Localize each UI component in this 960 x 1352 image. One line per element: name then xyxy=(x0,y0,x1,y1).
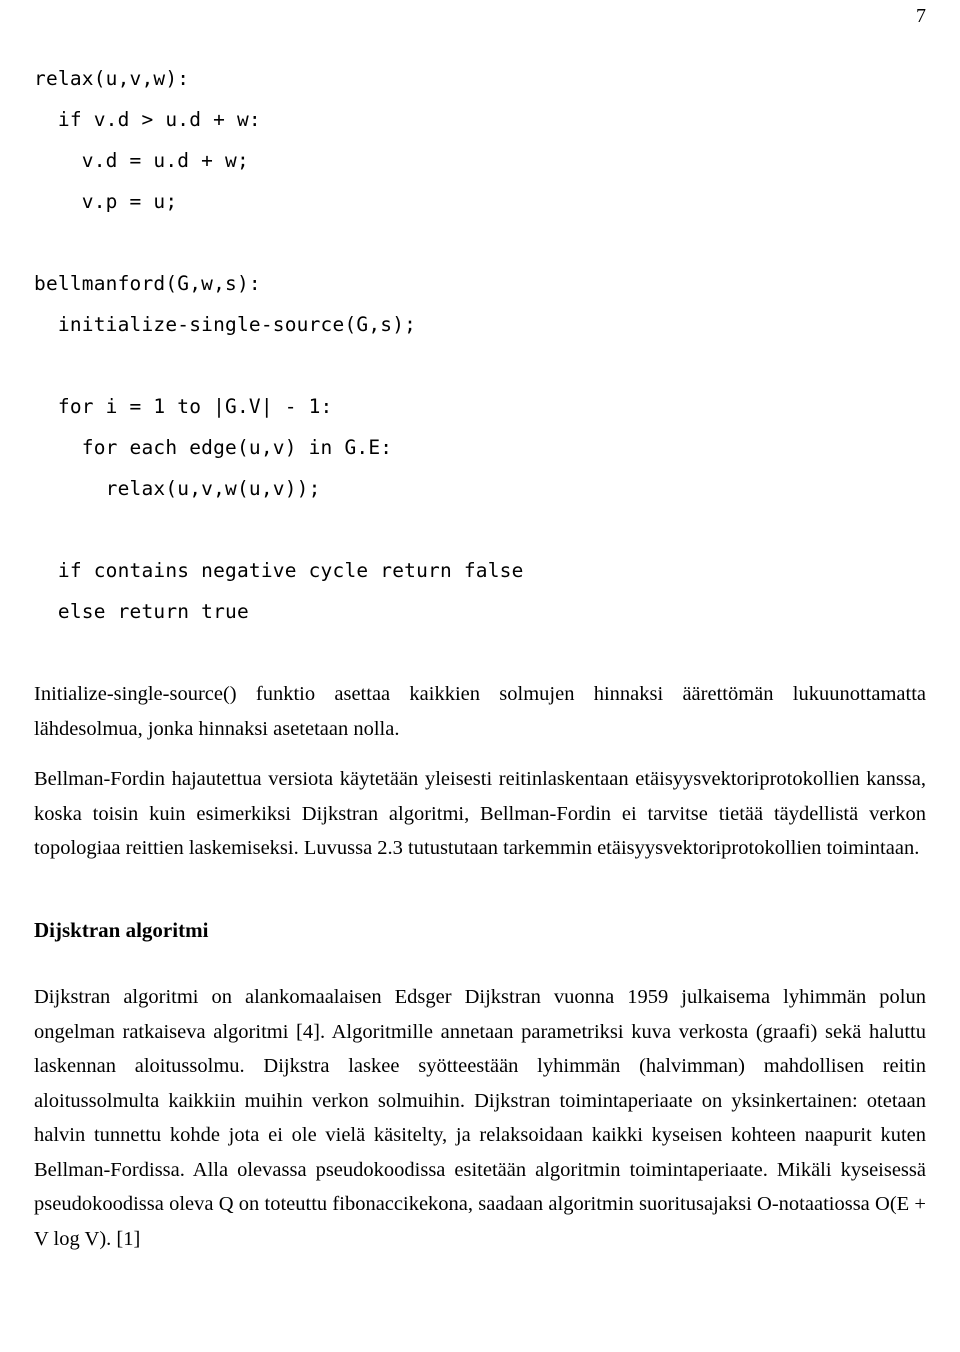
code-line: v.d = u.d + w; xyxy=(34,149,249,172)
code-line: for i = 1 to |G.V| - 1: xyxy=(34,395,333,418)
code-line: relax(u,v,w): xyxy=(34,67,190,90)
prose-section: Initialize-single-source() funktio asett… xyxy=(34,677,926,1256)
code-line: else return true xyxy=(34,600,249,623)
code-line: relax(u,v,w(u,v)); xyxy=(34,477,321,500)
paragraph-initialize-single-source: Initialize-single-source() funktio asett… xyxy=(34,683,926,740)
code-line: initialize-single-source(G,s); xyxy=(34,313,417,336)
pseudocode-block: relax(u,v,w): if v.d > u.d + w: v.d = u.… xyxy=(34,58,524,632)
paragraph-bellman-ford-distributed: Bellman-Fordin hajautettua versiota käyt… xyxy=(34,768,926,859)
code-line: bellmanford(G,w,s): xyxy=(34,272,261,295)
section-heading-dijkstra: Dijsktran algoritmi xyxy=(34,917,209,942)
document-page: 7 relax(u,v,w): if v.d > u.d + w: v.d = … xyxy=(0,0,960,1352)
code-line: v.p = u; xyxy=(34,190,178,213)
paragraph-dijkstra-description: Dijkstran algoritmi on alankomaalaisen E… xyxy=(34,986,926,1250)
code-line: if contains negative cycle return false xyxy=(34,559,524,582)
page-number: 7 xyxy=(916,5,926,27)
code-line: if v.d > u.d + w: xyxy=(34,108,261,131)
heading-spacer xyxy=(34,964,926,980)
code-line: for each edge(u,v) in G.E: xyxy=(34,436,393,459)
